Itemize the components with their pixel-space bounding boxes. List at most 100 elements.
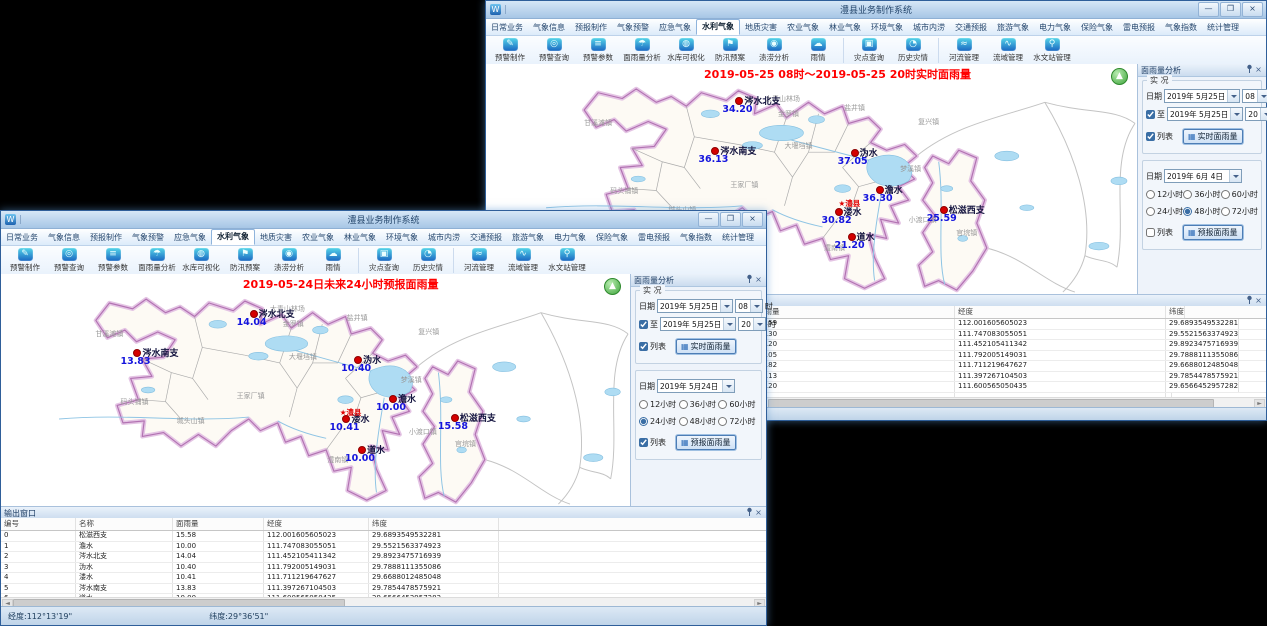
radio-option-36小时[interactable]: 36小时 xyxy=(679,399,719,410)
radio-48小时[interactable] xyxy=(1183,207,1192,216)
ribbon-item-防汛预案[interactable]: ⚑防汛预案 xyxy=(708,36,752,65)
tab-保险气象[interactable]: 保险气象 xyxy=(591,231,633,245)
close-icon[interactable]: × xyxy=(1254,65,1263,75)
ribbon-item-雨情[interactable]: ☁雨情 xyxy=(796,36,840,65)
to-hour-combo[interactable]: 20 xyxy=(738,317,766,331)
radio-60小时[interactable] xyxy=(718,400,727,409)
table-row[interactable]: 1澹水10.00111.74708305505129.5521563374923 xyxy=(1,542,766,553)
tab-雷电预报[interactable]: 雷电预报 xyxy=(633,231,675,245)
tab-环境气象[interactable]: 环境气象 xyxy=(866,21,908,35)
tab-应急气象[interactable]: 应急气象 xyxy=(169,231,211,245)
tab-地质灾害[interactable]: 地质灾害 xyxy=(740,21,782,35)
table-row[interactable]: 4溇水10.41111.71121964762729.6688012485048 xyxy=(1,573,766,584)
tab-农业气象[interactable]: 农业气象 xyxy=(297,231,339,245)
to-date-combo[interactable]: 2019年 5月25日 xyxy=(1167,107,1243,121)
ribbon-item-流域管理[interactable]: ∿流域管理 xyxy=(501,246,545,275)
ribbon-item-河流管理[interactable]: ≈河流管理 xyxy=(457,246,501,275)
ribbon-item-河流管理[interactable]: ≈河流管理 xyxy=(942,36,986,65)
ribbon-item-预警查询[interactable]: ◎预警查询 xyxy=(532,36,576,65)
radio-48小时[interactable] xyxy=(679,417,688,426)
tab-环境气象[interactable]: 环境气象 xyxy=(381,231,423,245)
radio-option-24小时[interactable]: 24小时 xyxy=(639,416,679,427)
tab-保险气象[interactable]: 保险气象 xyxy=(1076,21,1118,35)
tab-气象指数[interactable]: 气象指数 xyxy=(1160,21,1202,35)
radio-option-72小时[interactable]: 72小时 xyxy=(718,416,758,427)
ribbon-item-灾点查询[interactable]: ▣灾点查询 xyxy=(362,246,406,275)
map-refresh-button[interactable]: ▲ xyxy=(1111,68,1128,85)
tab-地质灾害[interactable]: 地质灾害 xyxy=(255,231,297,245)
ribbon-item-历史灾情[interactable]: ◔历史灾情 xyxy=(406,246,450,275)
map-refresh-button[interactable]: ▲ xyxy=(604,278,621,295)
table-row[interactable]: 2涔水北支14.04111.45210541134229.89234757169… xyxy=(1,552,766,563)
ribbon-item-雨情[interactable]: ☁雨情 xyxy=(311,246,355,275)
radio-option-60小时[interactable]: 60小时 xyxy=(718,399,758,410)
ribbon-item-历史灾情[interactable]: ◔历史灾情 xyxy=(891,36,935,65)
ribbon-item-预警参数[interactable]: ≡预警参数 xyxy=(576,36,620,65)
close-button[interactable]: × xyxy=(742,212,763,227)
tab-统计管理[interactable]: 统计管理 xyxy=(717,231,759,245)
tab-水利气象[interactable]: 水利气象 xyxy=(211,229,255,245)
tab-应急气象[interactable]: 应急气象 xyxy=(654,21,696,35)
radio-72小时[interactable] xyxy=(718,417,727,426)
list-checkbox[interactable] xyxy=(639,438,648,447)
list-checkbox[interactable] xyxy=(1146,132,1155,141)
tab-水利气象[interactable]: 水利气象 xyxy=(696,19,740,35)
ribbon-item-面雨量分析[interactable]: ☂面雨量分析 xyxy=(135,246,179,275)
radio-option-48小时[interactable]: 48小时 xyxy=(1183,206,1220,217)
forecast-rainfall-button[interactable]: ▦预报面雨量 xyxy=(676,435,736,450)
tab-日常业务[interactable]: 日常业务 xyxy=(486,21,528,35)
radio-option-48小时[interactable]: 48小时 xyxy=(679,416,719,427)
close-button[interactable]: × xyxy=(1242,2,1263,17)
tab-电力气象[interactable]: 电力气象 xyxy=(549,231,591,245)
radio-24小时[interactable] xyxy=(1146,207,1155,216)
ribbon-item-水文站管理[interactable]: ⚲水文站管理 xyxy=(545,246,589,275)
tab-气象信息[interactable]: 气象信息 xyxy=(528,21,570,35)
tab-交通预报[interactable]: 交通预报 xyxy=(950,21,992,35)
ribbon-item-水文站管理[interactable]: ⚲水文站管理 xyxy=(1030,36,1074,65)
ribbon-item-渍涝分析[interactable]: ◉渍涝分析 xyxy=(267,246,311,275)
tab-电力气象[interactable]: 电力气象 xyxy=(1034,21,1076,35)
tab-气象指数[interactable]: 气象指数 xyxy=(675,231,717,245)
tab-预报制作[interactable]: 预报制作 xyxy=(85,231,127,245)
radio-option-24小时[interactable]: 24小时 xyxy=(1146,206,1183,217)
maximize-button[interactable]: ❐ xyxy=(1220,2,1241,17)
ribbon-item-水库可视化[interactable]: ◍水库可视化 xyxy=(664,36,708,65)
ribbon-item-渍涝分析[interactable]: ◉渍涝分析 xyxy=(752,36,796,65)
close-icon[interactable]: × xyxy=(754,508,763,518)
tab-预报制作[interactable]: 预报制作 xyxy=(570,21,612,35)
tab-统计管理[interactable]: 统计管理 xyxy=(1202,21,1244,35)
tab-城市内涝[interactable]: 城市内涝 xyxy=(908,21,950,35)
ribbon-item-流域管理[interactable]: ∿流域管理 xyxy=(986,36,1030,65)
tab-林业气象[interactable]: 林业气象 xyxy=(824,21,866,35)
tab-气象信息[interactable]: 气象信息 xyxy=(43,231,85,245)
radio-option-72小时[interactable]: 72小时 xyxy=(1221,206,1258,217)
pin-icon[interactable] xyxy=(1245,64,1254,76)
radio-option-60小时[interactable]: 60小时 xyxy=(1221,189,1258,200)
radio-36小时[interactable] xyxy=(679,400,688,409)
to-date-combo[interactable]: 2019年 5月25日 xyxy=(660,317,736,331)
title-bar[interactable]: W | 澧县业务制作系统 — ❐ × xyxy=(1,211,766,229)
list-checkbox[interactable] xyxy=(1146,228,1155,237)
radio-12小时[interactable] xyxy=(639,400,648,409)
close-icon[interactable]: × xyxy=(754,275,763,285)
radio-36小时[interactable] xyxy=(1183,190,1192,199)
tab-城市内涝[interactable]: 城市内涝 xyxy=(423,231,465,245)
close-icon[interactable]: × xyxy=(1254,296,1263,306)
ribbon-item-防汛预案[interactable]: ⚑防汛预案 xyxy=(223,246,267,275)
to-hour-combo[interactable]: 20 xyxy=(1245,107,1267,121)
ribbon-item-预警查询[interactable]: ◎预警查询 xyxy=(47,246,91,275)
tab-雷电预报[interactable]: 雷电预报 xyxy=(1118,21,1160,35)
radio-option-12小时[interactable]: 12小时 xyxy=(1146,189,1183,200)
pin-icon[interactable] xyxy=(745,274,754,286)
tab-林业气象[interactable]: 林业气象 xyxy=(339,231,381,245)
tab-旅游气象[interactable]: 旅游气象 xyxy=(507,231,549,245)
from-date-combo[interactable]: 2019年 5月25日 xyxy=(1164,89,1240,103)
minimize-button[interactable]: — xyxy=(698,212,719,227)
table-row[interactable]: 3沩水10.40111.79200514903129.7888111355086 xyxy=(1,563,766,574)
title-bar[interactable]: W | 澧县业务制作系统 — ❐ × xyxy=(486,1,1266,19)
tab-气象预警[interactable]: 气象预警 xyxy=(127,231,169,245)
ribbon-item-预警参数[interactable]: ≡预警参数 xyxy=(91,246,135,275)
ribbon-item-水库可视化[interactable]: ◍水库可视化 xyxy=(179,246,223,275)
tab-农业气象[interactable]: 农业气象 xyxy=(782,21,824,35)
radio-72小时[interactable] xyxy=(1221,207,1230,216)
